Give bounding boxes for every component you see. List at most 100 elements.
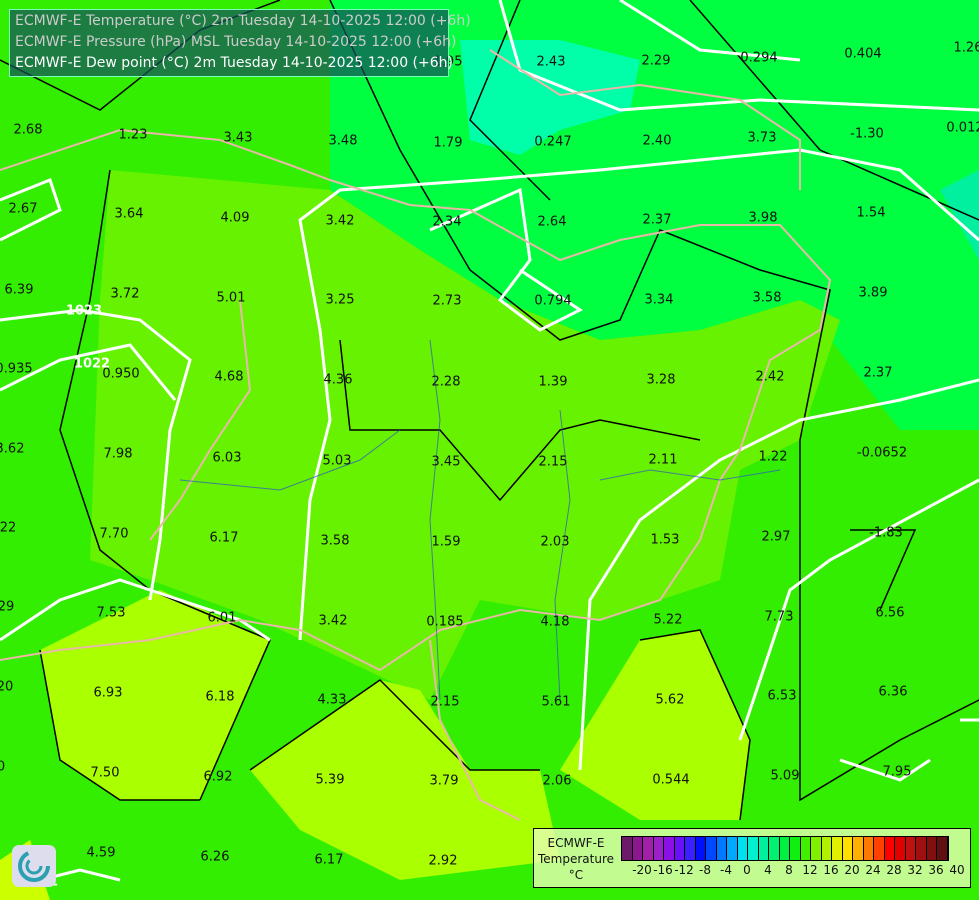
dew-point-value: 1.23 (118, 127, 148, 143)
dew-point-value: 6.17 (209, 530, 239, 546)
legend-tick: -16 (653, 863, 673, 877)
dew-point-value: 2.37 (863, 365, 893, 381)
dew-point-value: 3.89 (858, 285, 888, 301)
legend-swatch (727, 837, 738, 860)
legend-tick: 12 (802, 863, 818, 877)
dew-point-value: 2.37 (642, 212, 672, 228)
dew-point-value: 3.43 (223, 130, 253, 146)
legend-tick: 40 (949, 863, 965, 877)
dew-point-value: 2.73 (432, 293, 462, 309)
dew-point-value: 6.26 (200, 849, 230, 865)
legend-tick: 0 (743, 863, 751, 877)
legend-swatch (832, 837, 843, 860)
dew-point-value: 0 (0, 759, 6, 775)
dew-point-value: 6.01 (207, 610, 237, 626)
legend-tick: -12 (674, 863, 694, 877)
legend-swatch (937, 837, 948, 860)
dew-point-value: 3.42 (318, 613, 348, 629)
dew-point-value: 6.92 (203, 769, 233, 785)
dew-point-value: 5.39 (315, 772, 345, 788)
dew-point-value: .20 (0, 679, 14, 695)
dew-point-value: 7.70 (99, 526, 129, 542)
dew-point-value: 3.48 (328, 133, 358, 149)
dew-point-value: 0.012 (946, 120, 979, 136)
legend-swatch (664, 837, 675, 860)
dew-point-value: 3.72 (110, 286, 140, 302)
legend-swatch (643, 837, 654, 860)
legend-tick: 32 (907, 863, 923, 877)
layer-titles-panel: ECMWF-E Temperature (°C) 2m Tuesday 14-1… (9, 9, 471, 77)
legend-tick: 36 (928, 863, 944, 877)
swirl-icon (18, 850, 50, 882)
dew-point-value: .22 (0, 520, 17, 536)
dew-point-value: 4.33 (317, 692, 347, 708)
layer-title-temperature[interactable]: ECMWF-E Temperature (°C) 2m Tuesday 14-1… (15, 11, 471, 32)
dew-point-value: 2.42 (755, 369, 785, 385)
dew-point-value: 3.62 (0, 441, 25, 457)
legend-swatch (622, 837, 633, 860)
dew-point-value: 0.247 (534, 134, 572, 150)
dew-point-value: 4.09 (220, 210, 250, 226)
legend-title-line: Temperature (537, 852, 614, 866)
dew-point-value: 7.73 (764, 609, 794, 625)
legend-swatch (884, 837, 895, 860)
legend-swatch (716, 837, 727, 860)
legend-swatch (863, 837, 874, 860)
legend-swatch (685, 837, 696, 860)
dew-point-value: 1.26 (953, 40, 979, 56)
legend-tick: 8 (785, 863, 793, 877)
dew-point-value: -1.83 (869, 525, 903, 541)
dew-point-value: 3.98 (748, 210, 778, 226)
isobar-label: 1022 (73, 356, 111, 372)
dew-point-value: 1.79 (433, 135, 463, 151)
legend-swatch (706, 837, 717, 860)
dew-point-value: 2.34 (432, 214, 462, 230)
dew-point-value: 3.45 (431, 454, 461, 470)
legend-swatch (842, 837, 853, 860)
dew-point-value: .29 (0, 599, 15, 615)
legend-swatch (737, 837, 748, 860)
dew-point-value: 7.50 (90, 765, 120, 781)
legend-tick: 4 (764, 863, 772, 877)
dew-point-value: 1.59 (431, 534, 461, 550)
layer-title-pressure[interactable]: ECMWF-E Pressure (hPa) MSL Tuesday 14-10… (15, 32, 456, 53)
dew-point-value: 2.15 (538, 454, 568, 470)
dew-point-value: 1.54 (856, 205, 886, 221)
dew-point-value: 6.18 (205, 689, 235, 705)
legend-unit: °C (568, 868, 584, 882)
layer-title-dewpoint[interactable]: ECMWF-E Dew point (°C) 2m Tuesday 14-10-… (15, 53, 453, 74)
dew-point-value: 2.28 (431, 374, 461, 390)
legend-tick: -4 (720, 863, 732, 877)
dew-point-value: 3.79 (429, 773, 459, 789)
legend-swatch (916, 837, 927, 860)
dew-point-value: -1.30 (850, 126, 884, 142)
legend-swatch (895, 837, 906, 860)
dew-point-value: 0.935 (0, 361, 33, 377)
legend-tick: 20 (844, 863, 860, 877)
legend-swatch (758, 837, 769, 860)
dew-point-value: 2.92 (428, 853, 458, 869)
dew-point-value: 0.185 (426, 614, 464, 630)
dew-point-value: 7.95 (882, 764, 912, 780)
dew-point-value: 2.64 (537, 214, 567, 230)
dew-point-value: 2.15 (430, 694, 460, 710)
dew-point-value: 6.56 (875, 605, 905, 621)
dew-point-value: 5.01 (216, 290, 246, 306)
dew-point-value: 2.97 (761, 529, 791, 545)
dew-point-value: 2.29 (641, 53, 671, 69)
dew-point-value: 6.03 (212, 450, 242, 466)
legend-swatch (800, 837, 811, 860)
legend-tick: 16 (823, 863, 839, 877)
legend-swatch (853, 837, 864, 860)
dew-point-value: 0.794 (534, 293, 572, 309)
dew-point-value: 5.09 (770, 768, 800, 784)
dew-point-value: 3.34 (644, 292, 674, 308)
dew-point-value: 6.17 (314, 852, 344, 868)
dew-point-value: 3.64 (114, 206, 144, 222)
legend-tick: -20 (632, 863, 652, 877)
dew-point-value: 3.58 (752, 290, 782, 306)
dew-point-value: 3.58 (320, 533, 350, 549)
dew-point-value: 6.39 (4, 282, 34, 298)
dew-point-value: 6.36 (878, 684, 908, 700)
dew-point-value: 2.11 (648, 452, 678, 468)
